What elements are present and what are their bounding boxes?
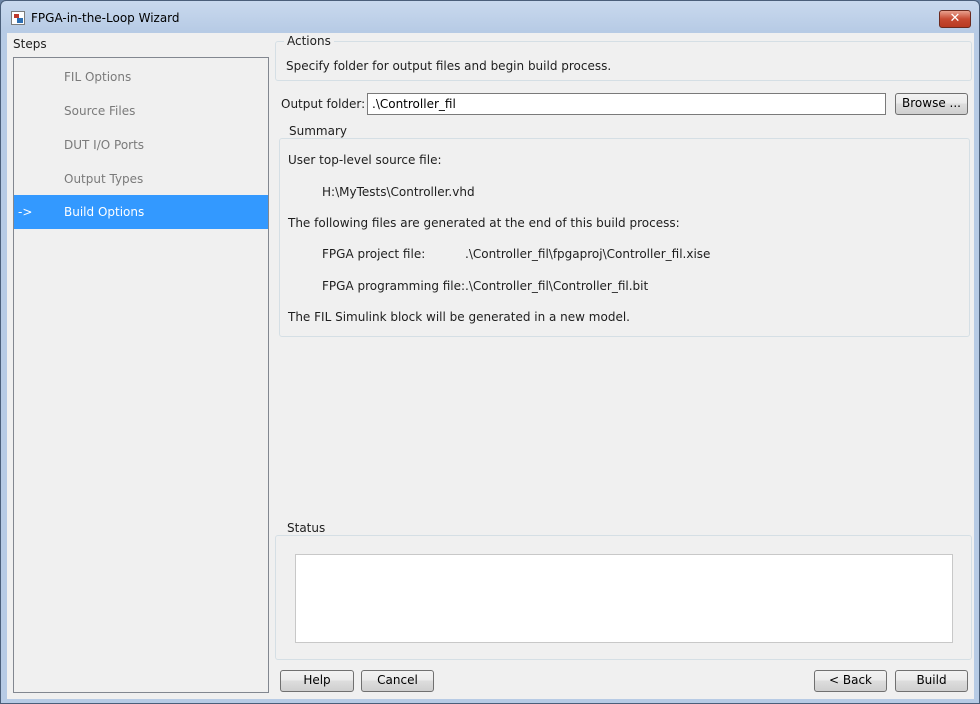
window-title: FPGA-in-the-Loop Wizard [31,11,180,25]
summary-group [279,138,970,337]
source-file-heading: User top-level source file: [288,153,442,167]
step-item-source-files[interactable]: Source Files [14,94,268,128]
actions-group-title: Actions [284,34,334,48]
step-label: Build Options [64,205,145,219]
step-item-dut-io-ports[interactable]: DUT I/O Ports [14,128,268,162]
actions-description: Specify folder for output files and begi… [286,59,612,73]
simulink-block-note: The FIL Simulink block will be generated… [288,310,630,324]
project-file-path: .\Controller_fil\fpgaproj\Controller_fil… [465,247,711,261]
step-label: DUT I/O Ports [64,138,145,152]
close-icon: ✕ [949,11,961,26]
cancel-button[interactable]: Cancel [361,670,434,692]
summary-group-title: Summary [286,124,350,138]
step-label: FIL Options [64,70,132,84]
step-item-output-types[interactable]: Output Types [14,162,268,196]
step-label: Source Files [64,104,136,118]
app-icon [11,11,25,25]
output-folder-input[interactable] [367,93,886,115]
current-step-arrow: -> [18,205,33,219]
status-group-title: Status [284,521,329,535]
title-bar[interactable]: FPGA-in-the-Loop Wizard ✕ [1,1,979,33]
step-item-fil-options[interactable]: FIL Options [14,60,268,94]
programming-file-label: FPGA programming file: [322,279,466,293]
step-item-build-options[interactable]: -> Build Options [14,195,268,229]
wizard-body: Steps FIL Options Source Files DUT I/O P… [7,33,974,699]
step-label: Output Types [64,172,144,186]
browse-button[interactable]: Browse ... [895,93,968,115]
wizard-window: FPGA-in-the-Loop Wizard ✕ Steps FIL Opti… [0,0,980,704]
generated-files-heading: The following files are generated at the… [288,216,680,230]
project-file-label: FPGA project file: [322,247,426,261]
help-button[interactable]: Help [280,670,354,692]
back-button[interactable]: < Back [814,670,887,692]
build-button[interactable]: Build [895,670,968,692]
output-folder-label: Output folder: [281,97,366,111]
source-file-path: H:\MyTests\Controller.vhd [322,185,475,199]
programming-file-path: .\Controller_fil\Controller_fil.bit [465,279,649,293]
status-text-area[interactable] [295,554,953,643]
close-button[interactable]: ✕ [939,10,971,28]
steps-label: Steps [13,37,47,51]
steps-list: FIL Options Source Files DUT I/O Ports O… [13,57,269,693]
